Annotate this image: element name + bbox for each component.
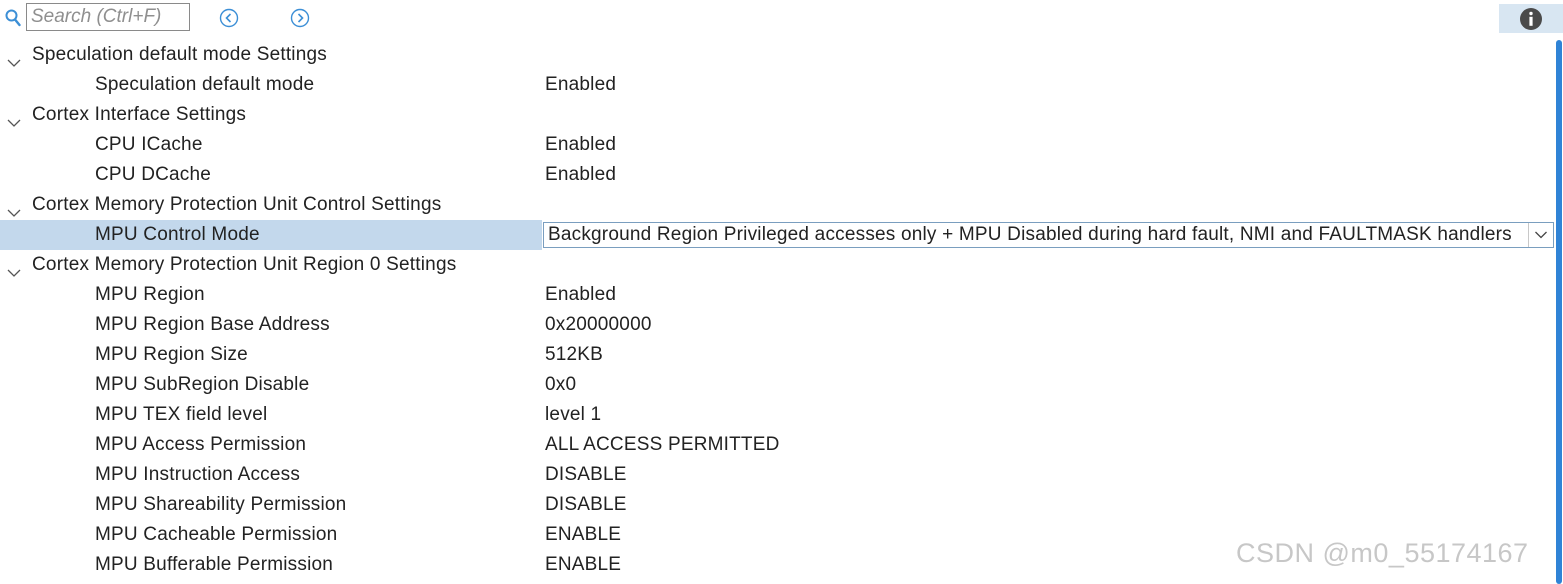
search-input[interactable] (26, 3, 190, 31)
property-row[interactable]: MPU Region Enabled (0, 280, 1555, 310)
property-row[interactable]: CPU DCache Enabled (0, 160, 1555, 190)
group-label: Cortex Interface Settings (32, 104, 247, 125)
property-label: MPU SubRegion Disable (95, 374, 310, 395)
search-icon (5, 9, 21, 27)
group-row-speculation[interactable]: Speculation default mode Settings (0, 40, 1555, 70)
property-label: MPU Region Size (95, 344, 248, 365)
property-row[interactable]: Speculation default mode Enabled (0, 70, 1555, 100)
chevron-down-icon[interactable] (6, 49, 22, 67)
property-value[interactable]: 512KB (545, 340, 603, 370)
chevron-down-icon[interactable] (6, 259, 22, 277)
chevron-down-icon (1535, 231, 1547, 239)
property-value[interactable]: ENABLE (545, 550, 621, 580)
property-label: MPU Instruction Access (95, 464, 301, 485)
chevron-down-icon[interactable] (6, 109, 22, 127)
group-row-mpu-region-0[interactable]: Cortex Memory Protection Unit Region 0 S… (0, 250, 1555, 280)
info-icon (1520, 8, 1542, 30)
group-label: Speculation default mode Settings (32, 44, 327, 65)
property-row[interactable]: MPU TEX field level level 1 (0, 400, 1555, 430)
info-button[interactable] (1499, 4, 1563, 33)
property-label: MPU Shareability Permission (95, 494, 347, 515)
property-value[interactable]: DISABLE (545, 460, 627, 490)
vertical-scrollbar[interactable] (1555, 40, 1563, 584)
property-value[interactable]: ENABLE (545, 520, 621, 550)
watermark: CSDN @m0_55174167 (1236, 538, 1529, 568)
property-label: MPU TEX field level (95, 404, 268, 425)
property-value[interactable]: Enabled (545, 280, 616, 310)
group-label: Cortex Memory Protection Unit Control Se… (32, 194, 442, 215)
dropdown-arrow-button[interactable] (1528, 223, 1553, 247)
property-row[interactable]: MPU Region Size 512KB (0, 340, 1555, 370)
property-row-selected[interactable]: MPU Control Mode Background Region Privi… (0, 220, 1555, 250)
property-label: MPU Region Base Address (95, 314, 330, 335)
property-label: MPU Access Permission (95, 434, 307, 455)
scrollbar-thumb[interactable] (1556, 40, 1562, 584)
property-value[interactable]: Enabled (545, 160, 616, 190)
selection-highlight (0, 220, 542, 250)
property-row[interactable]: MPU SubRegion Disable 0x0 (0, 370, 1555, 400)
group-label: Cortex Memory Protection Unit Region 0 S… (32, 254, 457, 275)
group-row-cortex-interface[interactable]: Cortex Interface Settings (0, 100, 1555, 130)
property-row[interactable]: CPU ICache Enabled (0, 130, 1555, 160)
next-match-icon[interactable] (290, 8, 310, 28)
property-row[interactable]: MPU Instruction Access DISABLE (0, 460, 1555, 490)
property-value[interactable]: level 1 (545, 400, 601, 430)
property-value[interactable]: Enabled (545, 70, 616, 100)
property-label: CPU DCache (95, 164, 212, 185)
property-value[interactable]: DISABLE (545, 490, 627, 520)
property-label: MPU Cacheable Permission (95, 524, 338, 545)
property-label: CPU ICache (95, 134, 203, 155)
previous-match-icon[interactable] (219, 8, 239, 28)
property-row[interactable]: MPU Shareability Permission DISABLE (0, 490, 1555, 520)
property-value[interactable]: 0x20000000 (545, 310, 652, 340)
group-row-mpu-control[interactable]: Cortex Memory Protection Unit Control Se… (0, 190, 1555, 220)
mpu-control-mode-dropdown[interactable]: Background Region Privileged accesses on… (543, 222, 1554, 248)
property-label: Speculation default mode (95, 74, 315, 95)
property-value[interactable]: ALL ACCESS PERMITTED (545, 430, 780, 460)
property-label: MPU Control Mode (95, 224, 260, 245)
property-row[interactable]: MPU Region Base Address 0x20000000 (0, 310, 1555, 340)
property-value[interactable]: 0x0 (545, 370, 576, 400)
toolbar (0, 0, 1563, 38)
property-value[interactable]: Enabled (545, 130, 616, 160)
dropdown-selected-value: Background Region Privileged accesses on… (548, 224, 1512, 245)
property-tree: Speculation default mode Settings Specul… (0, 40, 1555, 580)
property-row[interactable]: MPU Access Permission ALL ACCESS PERMITT… (0, 430, 1555, 460)
property-label: MPU Bufferable Permission (95, 554, 334, 575)
chevron-down-icon[interactable] (6, 199, 22, 217)
property-label: MPU Region (95, 284, 205, 305)
